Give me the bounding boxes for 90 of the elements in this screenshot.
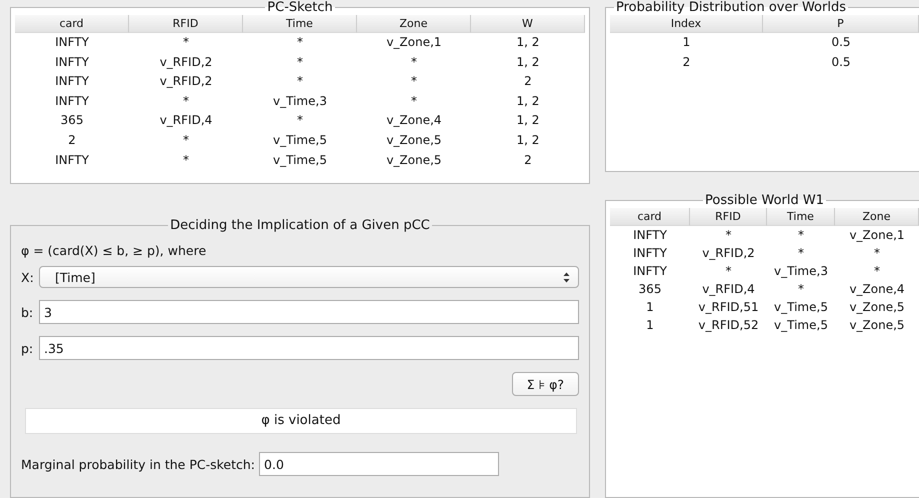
result-field: φ is violated bbox=[25, 408, 577, 434]
table-cell-text: * bbox=[296, 34, 304, 51]
column-header[interactable]: W bbox=[471, 15, 585, 33]
table-cell-text: v_RFID,4 bbox=[158, 112, 214, 130]
table-cell-text: INFTY bbox=[54, 73, 90, 90]
table-cell-text: 0.5 bbox=[830, 34, 852, 51]
table-cell-text: v_RFID,2 bbox=[701, 245, 756, 262]
table-cell-text: * bbox=[410, 54, 418, 71]
table-cell-text: * bbox=[724, 263, 732, 280]
table-cell-text: INFTY bbox=[54, 34, 90, 51]
table-cell-text: 2 bbox=[67, 132, 77, 149]
input-field[interactable]: .35 bbox=[39, 336, 579, 360]
field-label: b: bbox=[21, 304, 34, 320]
table-cell-text: * bbox=[182, 92, 190, 110]
table-cell-text: * bbox=[724, 227, 732, 244]
table-cell-text: 1 bbox=[682, 34, 692, 51]
field-label: Marginal probability in the PC-sketch: bbox=[21, 456, 256, 472]
table-cell-text: 1 bbox=[645, 299, 655, 316]
table-cell-text: v_Time,5 bbox=[272, 132, 328, 149]
dropdown[interactable]: [Time] bbox=[39, 266, 579, 288]
table-cell-text: 2 bbox=[523, 152, 533, 169]
table-cell-text: 1, 2 bbox=[516, 132, 540, 149]
column-header[interactable]: RFID bbox=[129, 15, 243, 33]
table-cell-text: 1, 2 bbox=[516, 34, 540, 51]
table-cell-text: * bbox=[296, 54, 304, 71]
field-label: p: bbox=[21, 340, 34, 356]
table-cell-text: * bbox=[797, 245, 805, 262]
panel-title: PC-Sketch bbox=[266, 0, 334, 15]
column-header[interactable]: Index bbox=[610, 15, 763, 33]
table-cell-text: 365 bbox=[60, 112, 84, 130]
up-down-arrows-icon bbox=[563, 272, 570, 282]
panel-title: Probability Distribution over Worlds bbox=[615, 0, 847, 15]
formula-text: φ = (card(X) ≤ b, ≥ p), where bbox=[21, 243, 208, 258]
column-header[interactable]: Time bbox=[243, 15, 357, 33]
table-cell-text: v_RFID,2 bbox=[158, 73, 214, 90]
table-cell-text: 1 bbox=[645, 317, 655, 334]
table-cell-text: v_Time,5 bbox=[773, 317, 829, 334]
table-cell-text: v_Time,3 bbox=[773, 263, 829, 280]
column-header[interactable]: RFID bbox=[690, 208, 767, 226]
table-cell-text: * bbox=[182, 152, 190, 169]
table-cell-text: 1, 2 bbox=[516, 92, 540, 110]
column-header[interactable]: Time bbox=[767, 208, 835, 226]
table-cell-text: v_Zone,5 bbox=[385, 132, 443, 149]
table-cell-text: v_Zone,4 bbox=[385, 112, 443, 130]
table-cell-text: * bbox=[797, 227, 805, 244]
table-cell-text: INFTY bbox=[632, 263, 668, 280]
table-cell-text: v_Zone,4 bbox=[848, 281, 906, 298]
table-cell-text: * bbox=[182, 34, 190, 51]
panel-title: Deciding the Implication of a Given pCC bbox=[169, 218, 431, 233]
table-cell-text: INFTY bbox=[632, 227, 668, 244]
table-cell-text: * bbox=[296, 112, 304, 130]
table-cell-text: v_RFID,2 bbox=[158, 54, 214, 71]
table-cell-text: 2 bbox=[523, 73, 533, 90]
input-field[interactable]: 3 bbox=[39, 300, 579, 324]
table-cell-text: * bbox=[410, 92, 418, 110]
column-header[interactable]: Zone bbox=[835, 208, 919, 226]
table-cell-text: v_Time,5 bbox=[773, 299, 829, 316]
table-cell-text: v_Zone,5 bbox=[848, 299, 906, 316]
table-cell-text: v_Time,5 bbox=[272, 152, 328, 169]
table-cell-text: INFTY bbox=[632, 245, 668, 262]
table-cell-text: v_Zone,1 bbox=[848, 227, 906, 244]
output-field[interactable]: 0.0 bbox=[259, 452, 500, 476]
table-cell-text: INFTY bbox=[54, 152, 90, 169]
table-cell-text: v_Zone,5 bbox=[385, 152, 443, 169]
table-cell-text: v_Time,3 bbox=[272, 92, 328, 110]
check-button[interactable]: Σ ⊧ φ? bbox=[512, 372, 579, 396]
table-cell-text: INFTY bbox=[54, 54, 90, 71]
table-cell-text: 365 bbox=[638, 281, 662, 298]
table-cell-text: * bbox=[873, 245, 881, 262]
table-cell-text: * bbox=[182, 132, 190, 149]
table-cell-text: * bbox=[873, 263, 881, 280]
column-header[interactable]: Zone bbox=[357, 15, 471, 33]
table-cell-text: v_Zone,5 bbox=[848, 317, 906, 334]
panel-title: Possible World W1 bbox=[704, 193, 825, 208]
table-cell-text: v_RFID,51 bbox=[697, 299, 760, 316]
table-cell-text: INFTY bbox=[54, 92, 90, 110]
table-cell-text: 2 bbox=[682, 54, 692, 71]
table-cell-text: v_Zone,1 bbox=[385, 34, 443, 51]
table-cell-text: v_RFID,4 bbox=[701, 281, 756, 298]
column-header[interactable]: card bbox=[610, 208, 690, 226]
table-cell-text: 1, 2 bbox=[516, 54, 540, 71]
table-cell-text: * bbox=[410, 73, 418, 90]
table-cell-text: * bbox=[296, 73, 304, 90]
column-header[interactable]: card bbox=[15, 15, 129, 33]
table-cell-text: 0.5 bbox=[830, 54, 852, 71]
field-label: X: bbox=[21, 270, 35, 284]
table-cell-text: * bbox=[797, 281, 805, 298]
column-header[interactable]: P bbox=[763, 15, 919, 33]
table-cell-text: v_RFID,52 bbox=[697, 317, 760, 334]
table-cell-text: 1, 2 bbox=[516, 112, 540, 130]
